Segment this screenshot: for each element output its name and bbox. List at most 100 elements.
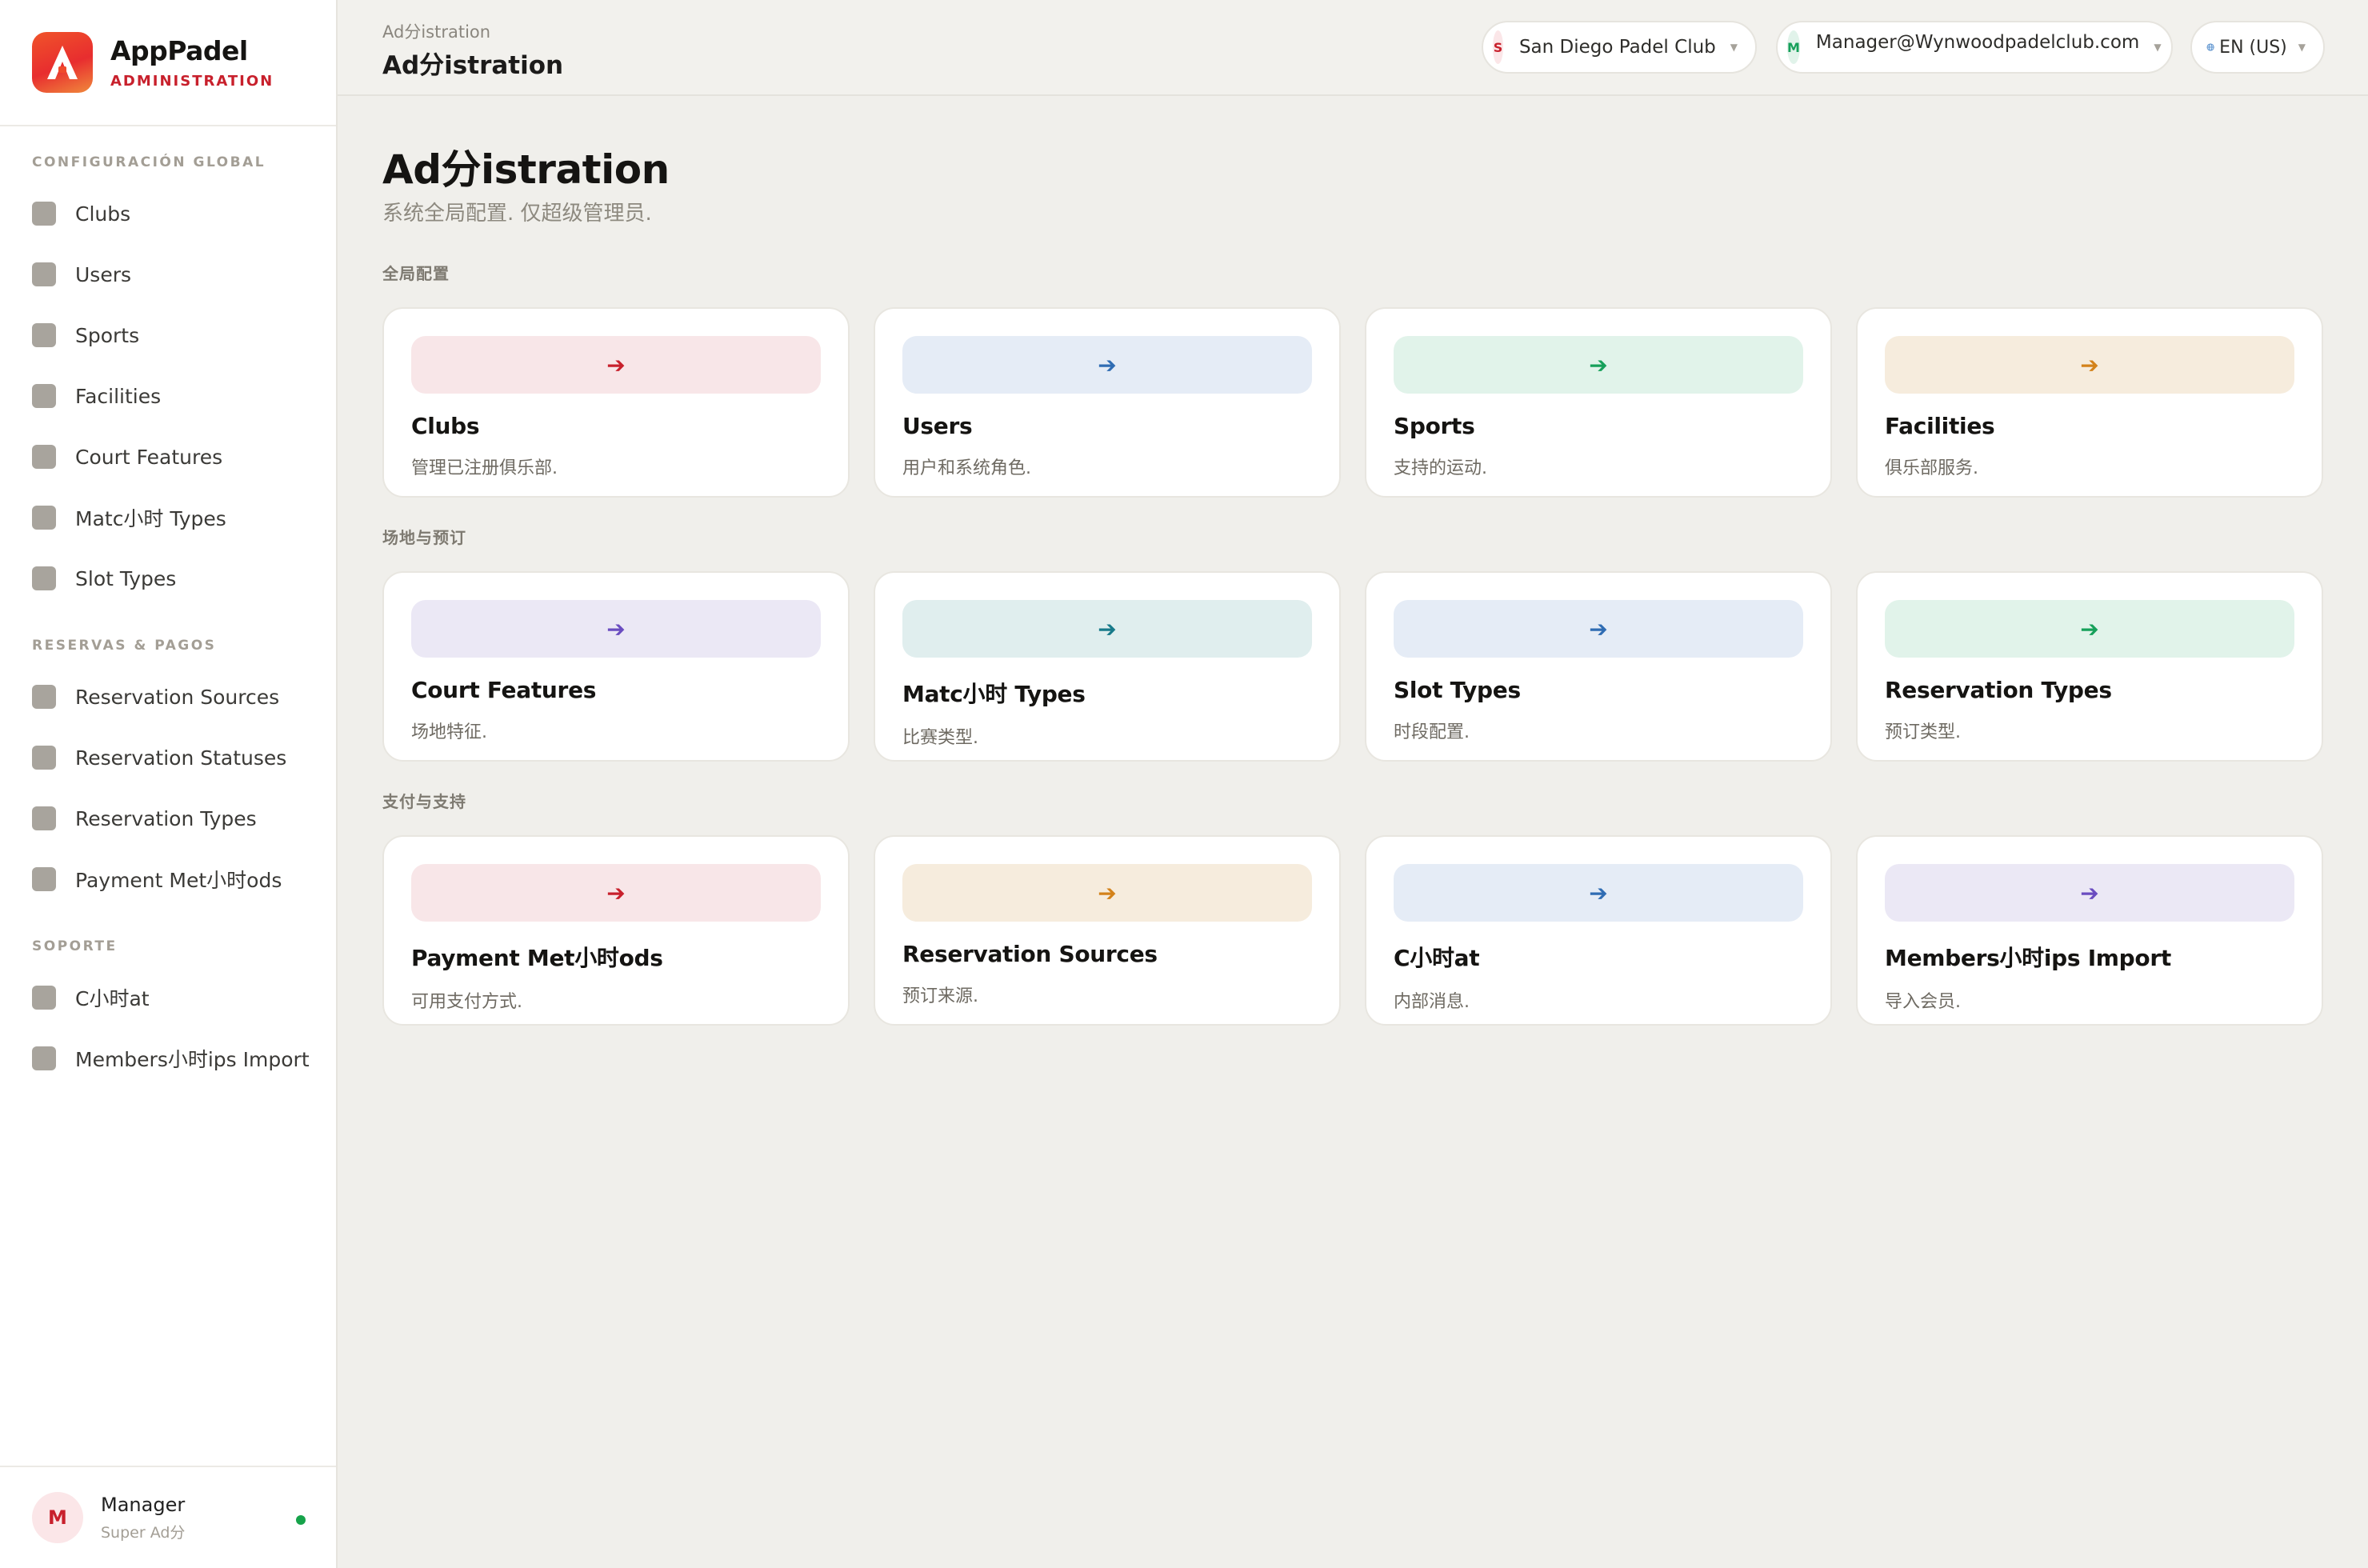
brand[interactable]: AppPadel ADMINISTRATION — [0, 0, 336, 126]
card-title: Clubs — [411, 413, 480, 439]
arrow-right-icon: ➔ — [2080, 351, 2099, 378]
admin-card[interactable]: ➔ Sports 支持的运动. — [1365, 307, 1832, 498]
sidebar-item-facilities[interactable]: Facilities — [32, 377, 161, 415]
card-description: 预订类型. — [1885, 722, 1961, 742]
card-title: Payment Met小时ods — [411, 945, 663, 971]
chevron-down-icon: ▼ — [2298, 42, 2306, 53]
card-banner[interactable]: ➔ — [1394, 600, 1803, 658]
chevron-down-icon: ▼ — [1730, 42, 1738, 53]
sidebar-item-label: Members小时ips Import — [75, 1048, 310, 1071]
globe-icon — [2206, 43, 2214, 51]
online-status-dot — [296, 1515, 306, 1525]
sidebar-item-clubs[interactable]: Clubs — [32, 194, 130, 233]
payment-methods-icon — [32, 867, 56, 891]
clubs-icon — [32, 202, 56, 226]
language-label: EN (US) — [2219, 37, 2287, 58]
sidebar-item-match-types[interactable]: Matc小时 Types — [32, 498, 226, 537]
admin-card[interactable]: ➔ Payment Met小时ods 可用支付方式. — [382, 835, 850, 1026]
sidebar-item-label: Payment Met小时ods — [75, 869, 282, 892]
sidebar-item-label: Matc小时 Types — [75, 507, 226, 530]
card-description: 预订来源. — [902, 986, 978, 1006]
sidebar-item-memberships-import[interactable]: Members小时ips Import — [32, 1039, 310, 1078]
sidebar-item-court-features[interactable]: Court Features — [32, 438, 222, 476]
brand-subtitle: ADMINISTRATION — [110, 73, 274, 90]
admin-card[interactable]: ➔ Members小时ips Import 导入会员. — [1856, 835, 2323, 1026]
admin-card[interactable]: ➔ Matc小时 Types 比赛类型. — [874, 571, 1341, 762]
card-banner[interactable]: ➔ — [1394, 864, 1803, 922]
card-title: Slot Types — [1394, 677, 1521, 703]
card-title: Reservation Sources — [902, 941, 1158, 967]
arrow-right-icon: ➔ — [2080, 879, 2099, 906]
card-banner[interactable]: ➔ — [902, 600, 1312, 658]
reservation-types-icon — [32, 806, 56, 830]
arrow-right-icon: ➔ — [1589, 879, 1608, 906]
sidebar-item-label: Clubs — [75, 202, 131, 226]
card-description: 时段配置. — [1394, 722, 1470, 742]
reservation-sources-icon — [32, 685, 56, 709]
card-title: Court Features — [411, 677, 597, 703]
sidebar-item-reservation-sources[interactable]: Reservation Sources — [32, 678, 279, 716]
club-selector[interactable]: S San Diego Padel Club ▼ — [1482, 21, 1757, 74]
admin-card[interactable]: ➔ Court Features 场地特征. — [382, 571, 850, 762]
sidebar-item-chat[interactable]: C小时at — [32, 978, 150, 1017]
arrow-right-icon: ➔ — [1098, 351, 1117, 378]
topbar-title: Ad分istration — [382, 51, 564, 80]
sidebar-item-payment-methods[interactable]: Payment Met小时ods — [32, 860, 282, 898]
admin-card[interactable]: ➔ Reservation Types 预订类型. — [1856, 571, 2323, 762]
user-name: Manager — [101, 1493, 186, 1516]
arrow-right-icon: ➔ — [1589, 351, 1608, 378]
page-title: Ad分istration — [382, 146, 670, 193]
app-logo-icon — [32, 32, 93, 93]
user-profile[interactable]: M Manager Super Ad分 — [0, 1466, 336, 1568]
section-title: 全局配置 — [382, 264, 450, 283]
language-selector[interactable]: EN (US) ▼ — [2190, 21, 2325, 74]
users-icon — [32, 262, 56, 286]
card-description: 场地特征. — [411, 722, 487, 742]
card-title: Sports — [1394, 413, 1475, 439]
card-title: Users — [902, 413, 973, 439]
card-title: Facilities — [1885, 413, 1995, 439]
sidebar-item-label: Facilities — [75, 384, 162, 408]
sidebar-item-sports[interactable]: Sports — [32, 316, 139, 354]
card-banner[interactable]: ➔ — [902, 336, 1312, 394]
sidebar: AppPadel ADMINISTRATION CONFIGURACIÓN GL… — [0, 0, 338, 1568]
card-title: Reservation Types — [1885, 677, 2112, 703]
sidebar-item-label: Reservation Types — [75, 806, 257, 830]
section-title: 支付与支持 — [382, 792, 466, 811]
sidebar-item-reservation-types[interactable]: Reservation Types — [32, 799, 257, 838]
reservation-statuses-icon — [32, 746, 56, 770]
breadcrumb[interactable]: Ad分istration — [382, 19, 490, 43]
sidebar-item-users[interactable]: Users — [32, 255, 131, 294]
sports-icon — [32, 323, 56, 347]
card-banner[interactable]: ➔ — [1885, 864, 2294, 922]
card-description: 俱乐部服务. — [1885, 458, 1978, 478]
import-icon — [32, 1046, 56, 1070]
club-avatar: S — [1493, 30, 1503, 64]
card-banner[interactable]: ➔ — [411, 864, 821, 922]
arrow-right-icon: ➔ — [1098, 615, 1117, 642]
card-title: C小时at — [1394, 945, 1480, 971]
admin-card[interactable]: ➔ Reservation Sources 预订来源. — [874, 835, 1341, 1026]
card-banner[interactable]: ➔ — [1885, 600, 2294, 658]
card-banner[interactable]: ➔ — [1885, 336, 2294, 394]
court-features-icon — [32, 445, 56, 469]
card-banner[interactable]: ➔ — [411, 600, 821, 658]
admin-card[interactable]: ➔ Facilities 俱乐部服务. — [1856, 307, 2323, 498]
card-description: 导入会员. — [1885, 992, 1961, 1012]
admin-card[interactable]: ➔ Users 用户和系统角色. — [874, 307, 1341, 498]
sidebar-item-label: Slot Types — [75, 566, 177, 590]
sidebar-item-slot-types[interactable]: Slot Types — [32, 559, 176, 598]
card-banner[interactable]: ➔ — [1394, 336, 1803, 394]
admin-card[interactable]: ➔ Clubs 管理已注册俱乐部. — [382, 307, 850, 498]
sidebar-item-reservation-statuses[interactable]: Reservation Statuses — [32, 738, 286, 777]
account-selector[interactable]: M Manager@Wynwoodpadelclub.com ▼ — [1776, 21, 2173, 74]
admin-card[interactable]: ➔ C小时at 内部消息. — [1365, 835, 1832, 1026]
sidebar-item-label: Reservation Sources — [75, 685, 280, 709]
sidebar-item-label: Court Features — [75, 445, 223, 469]
card-title: Matc小时 Types — [902, 681, 1086, 707]
card-banner[interactable]: ➔ — [411, 336, 821, 394]
arrow-right-icon: ➔ — [606, 879, 626, 906]
arrow-right-icon: ➔ — [1589, 615, 1608, 642]
card-banner[interactable]: ➔ — [902, 864, 1312, 922]
admin-card[interactable]: ➔ Slot Types 时段配置. — [1365, 571, 1832, 762]
